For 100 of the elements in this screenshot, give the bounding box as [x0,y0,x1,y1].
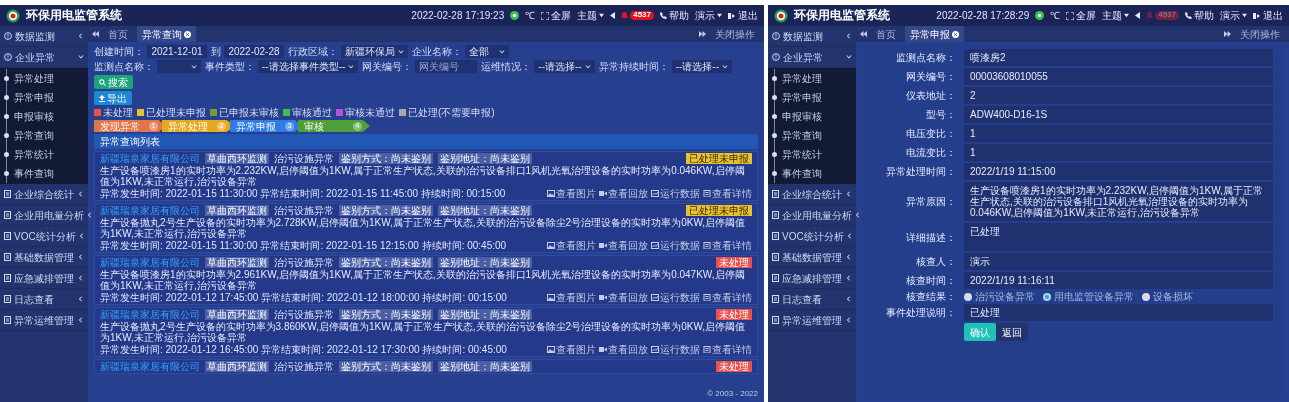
sidebar-item[interactable]: 异常运维管理 [768,310,856,331]
sidebar-item[interactable]: VOC统计分析 [768,226,856,247]
action-link[interactable]: 查看图片 [547,292,596,303]
tab[interactable]: 异常查询 [137,26,196,42]
submenu-item[interactable]: 申报审核 [0,107,88,126]
action-link[interactable]: 运行数据 [651,292,700,303]
close-icon[interactable] [952,30,959,38]
select-field[interactable]: 全部 [465,45,509,58]
action-link[interactable]: 查看回放 [599,292,648,303]
export-button[interactable]: 导出 [94,91,132,105]
tab[interactable]: 首页 [103,26,133,42]
input-field[interactable]: 2022/1/19 11:16:11 [964,272,1273,289]
input-field[interactable]: 已处理 [964,304,1273,321]
textarea-field[interactable]: 已处理 [964,223,1273,251]
sidebar-item[interactable]: 基础数据管理 [0,247,88,268]
document-icon [4,190,11,198]
submenu-item[interactable]: 异常申报 [768,88,856,107]
sidebar-item[interactable]: 日志查看 [0,289,88,310]
logout-button[interactable]: 退出 [1253,10,1283,21]
action-link[interactable]: 查看回放 [599,188,648,199]
sidebar-item[interactable]: 日志查看 [768,289,856,310]
help-button[interactable]: 帮助 [1185,10,1214,21]
submenu-item[interactable]: 异常查询 [0,126,88,145]
action-link[interactable]: 运行数据 [651,240,700,251]
company-link[interactable]: 新疆瑞泉家居有限公司 [100,361,200,372]
sidebar-item[interactable]: 企业综合统计 [768,184,856,205]
logout-button[interactable]: 退出 [728,10,758,21]
date-field[interactable]: 2022-02-28 [224,45,284,58]
fullscreen-button[interactable]: 全屏 [1066,10,1097,21]
input-field[interactable]: 演示 [964,253,1273,270]
company-link[interactable]: 新疆瑞泉家居有限公司 [100,309,200,320]
scroll-left-icon[interactable] [860,31,867,37]
close-tabs-link[interactable]: 关闭操作 [1235,26,1285,42]
action-link[interactable]: 查看详情 [703,344,752,355]
radio-button[interactable] [1142,292,1150,301]
scroll-left-icon[interactable] [92,31,99,37]
input-field[interactable]: 1 [964,144,1273,161]
sidebar-item[interactable]: 应急减排管理 [0,268,88,289]
text-field[interactable]: 网关编号 [415,60,478,73]
radio-button[interactable] [964,292,972,301]
tab[interactable]: 首页 [871,26,901,42]
dropdown-menu-button[interactable]: 主题 [577,10,605,21]
select-field[interactable]: --请选择-- [671,60,732,73]
sidebar-item[interactable]: 企业用电量分析 [768,205,856,226]
input-field[interactable]: 喷漆房2 [964,49,1273,66]
back-arrow-icon[interactable] [610,12,616,19]
submenu-item[interactable]: 异常统计 [0,145,88,164]
dropdown-menu-button[interactable]: 演示 [1220,10,1247,21]
tab[interactable]: 异常申报 [905,26,964,42]
submenu-item[interactable]: 异常处理 [768,69,856,88]
submenu-item[interactable]: 异常统计 [768,145,856,164]
dropdown-menu-button[interactable]: 演示 [695,10,722,21]
submenu-item[interactable]: 申报审核 [768,107,856,126]
submenu-item[interactable]: 异常查询 [768,126,856,145]
back-button[interactable]: 返回 [996,323,1028,341]
radio-button[interactable] [1043,292,1051,301]
input-field[interactable]: ADW400-D16-1S [964,106,1273,123]
input-field[interactable]: 00003608010055 [964,68,1273,85]
sidebar-item[interactable]: VOC统计分析 [0,226,88,247]
input-field[interactable]: 2022/1/19 11:15:00 [964,163,1273,180]
scroll-right-icon[interactable] [699,31,706,37]
close-tabs-link[interactable]: 关闭操作 [710,26,760,42]
select-field[interactable]: --请选择事件类型-- [258,60,359,73]
submenu-item[interactable]: 事件查询 [0,164,88,183]
action-link[interactable]: 查看详情 [703,292,752,303]
input-field[interactable]: 2 [964,87,1273,104]
date-field[interactable]: 2021-12-01 [147,45,207,58]
textarea-field[interactable]: 生产设备喷漆房1的实时功率为2.232KW,启停阈值为1KW,属于正常生产状态,关联的治污设备排口1风机光氧治理设备的实时功率为0.046KW,启停阈值为1KW,未正常运行,治污设备异常 [964,182,1273,221]
action-link[interactable]: 查看图片 [547,240,596,251]
submenu-item[interactable]: 异常申报 [0,88,88,107]
action-link[interactable]: 查看回放 [599,344,648,355]
select-field[interactable]: 新疆环保局 [341,45,408,58]
action-link[interactable]: 查看图片 [547,344,596,355]
action-link[interactable]: 查看图片 [547,188,596,199]
action-link[interactable]: 查看回放 [599,240,648,251]
action-link[interactable]: 运行数据 [651,188,700,199]
submenu-item[interactable]: 异常处理 [0,69,88,88]
close-icon[interactable] [184,30,191,38]
action-link[interactable]: 查看详情 [703,240,752,251]
help-button[interactable]: 帮助 [660,10,689,21]
sidebar-item[interactable]: 企业综合统计 [0,184,88,205]
sidebar-item[interactable]: 基础数据管理 [768,247,856,268]
fullscreen-button[interactable]: 全屏 [541,10,572,21]
sidebar-item[interactable]: 企业用电量分析 [0,205,88,226]
company-link[interactable]: 新疆瑞泉家居有限公司 [100,257,200,268]
action-link[interactable]: 查看详情 [703,188,752,199]
alerts-button[interactable]: 4537 [621,11,654,20]
select-field[interactable] [157,60,201,73]
back-arrow-icon[interactable] [1135,12,1141,19]
sidebar-item[interactable]: 应急减排管理 [768,268,856,289]
select-field[interactable]: --请选择-- [534,60,595,73]
company-link[interactable]: 新疆瑞泉家居有限公司 [100,205,200,216]
input-field[interactable]: 1 [964,125,1273,142]
sidebar-item[interactable]: 异常运维管理 [0,310,88,331]
scroll-right-icon[interactable] [1224,31,1231,37]
company-link[interactable]: 新疆瑞泉家居有限公司 [100,153,200,164]
dropdown-menu-button[interactable]: 主题 [1102,10,1130,21]
filter-label: 网关编号： [362,61,413,72]
submenu-item[interactable]: 事件查询 [768,164,856,183]
action-link[interactable]: 运行数据 [651,344,700,355]
